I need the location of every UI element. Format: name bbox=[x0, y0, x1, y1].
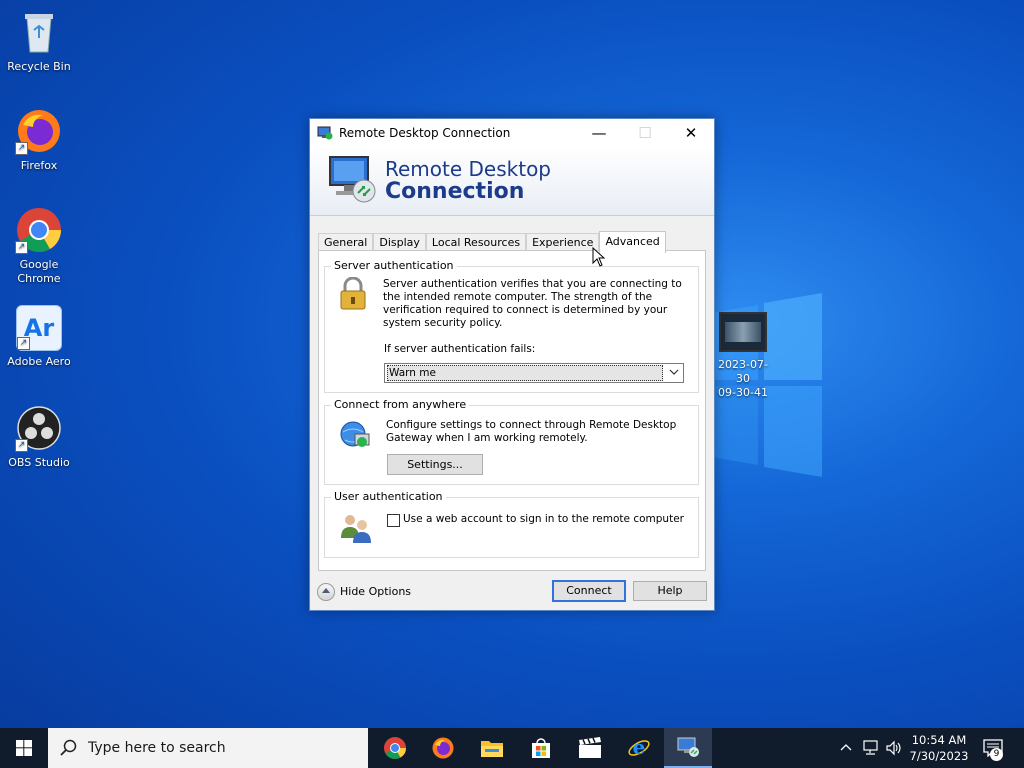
taskbar-firefox[interactable] bbox=[419, 728, 467, 768]
windows-start-icon bbox=[16, 740, 32, 756]
remote-desktop-dialog: Remote Desktop Connection — ☐ ✕ Remote D… bbox=[309, 118, 715, 611]
dropdown-selected-value: Warn me bbox=[387, 365, 663, 381]
server-authentication-group: Server authentication Server authenticat… bbox=[324, 259, 699, 393]
collapse-arrow-icon[interactable] bbox=[317, 583, 335, 601]
group-title: User authentication bbox=[331, 490, 446, 503]
network-icon[interactable] bbox=[862, 740, 880, 756]
taskbar-store[interactable] bbox=[517, 728, 565, 768]
desktop-icon-label: Google Chrome bbox=[17, 258, 61, 285]
chrome-icon: ↗ bbox=[15, 206, 63, 254]
gateway-globe-icon bbox=[340, 421, 370, 447]
connect-button[interactable]: Connect bbox=[552, 580, 626, 602]
start-button[interactable] bbox=[0, 728, 48, 768]
chrome-icon bbox=[384, 737, 406, 759]
volume-icon[interactable] bbox=[885, 740, 903, 756]
taskbar-movie-maker[interactable] bbox=[566, 728, 614, 768]
clock-time: 10:54 AM bbox=[911, 733, 967, 747]
movie-maker-icon bbox=[579, 737, 601, 758]
shortcut-arrow-icon: ↗ bbox=[15, 439, 28, 452]
close-button[interactable]: ✕ bbox=[668, 119, 714, 147]
desktop-icon-google-chrome[interactable]: ↗ Google Chrome bbox=[2, 206, 76, 286]
window-title: Remote Desktop Connection bbox=[339, 126, 511, 140]
web-account-checkbox-label[interactable]: Use a web account to sign in to the remo… bbox=[403, 513, 684, 526]
taskbar-chrome[interactable] bbox=[371, 728, 419, 768]
desktop-icon-label: Recycle Bin bbox=[7, 60, 71, 73]
desktop-icon-firefox[interactable]: ↗ Firefox bbox=[2, 107, 76, 173]
server-authentication-description: Server authentication verifies that you … bbox=[383, 278, 682, 329]
server-auth-fails-dropdown[interactable]: Warn me bbox=[384, 363, 684, 383]
remote-desktop-app-icon bbox=[317, 126, 333, 140]
desktop-icon-video-file[interactable]: 2023-07-30 09-30-41 bbox=[712, 312, 774, 400]
taskbar-search-box[interactable]: Type here to search bbox=[48, 728, 368, 768]
store-icon bbox=[532, 738, 550, 758]
banner-title-line1: Remote Desktop bbox=[385, 157, 552, 181]
user-authentication-group: User authentication Use a web account to… bbox=[324, 490, 699, 558]
banner-title-line2: Connection bbox=[385, 179, 525, 204]
taskbar: Type here to search e 10:54 AM 7/30/2023… bbox=[0, 728, 1024, 768]
video-thumbnail-icon bbox=[719, 312, 767, 352]
search-icon bbox=[60, 739, 77, 756]
dialog-banner: Remote Desktop Connection bbox=[310, 147, 714, 216]
group-title: Connect from anywhere bbox=[331, 398, 470, 411]
shortcut-arrow-icon: ↗ bbox=[17, 337, 30, 350]
desktop-icon-recycle-bin[interactable]: Recycle Bin bbox=[2, 8, 76, 74]
taskbar-remote-desktop[interactable] bbox=[664, 728, 712, 768]
desktop-icon-obs-studio[interactable]: ↗ OBS Studio bbox=[2, 404, 76, 470]
hide-options-link[interactable]: Hide Options bbox=[340, 585, 411, 598]
title-bar[interactable]: Remote Desktop Connection — ☐ ✕ bbox=[310, 119, 714, 147]
desktop-icon-label: Adobe Aero bbox=[7, 355, 71, 368]
taskbar-file-explorer[interactable] bbox=[468, 728, 516, 768]
remote-desktop-icon bbox=[677, 737, 699, 757]
recycle-bin-icon bbox=[15, 8, 63, 56]
taskbar-clock[interactable]: 10:54 AM 7/30/2023 bbox=[904, 732, 974, 764]
file-explorer-icon bbox=[481, 741, 503, 757]
web-account-checkbox[interactable] bbox=[387, 514, 400, 527]
taskbar-internet-explorer[interactable]: e bbox=[615, 728, 663, 768]
padlock-icon bbox=[340, 277, 366, 310]
action-center-button[interactable]: 9 bbox=[980, 736, 1006, 762]
tab-advanced[interactable]: Advanced bbox=[599, 231, 666, 253]
clock-date: 7/30/2023 bbox=[909, 749, 969, 763]
connect-anywhere-description: Configure settings to connect through Re… bbox=[386, 419, 677, 444]
shortcut-arrow-icon: ↗ bbox=[15, 142, 28, 155]
show-hidden-icons-chevron-icon[interactable] bbox=[840, 742, 852, 752]
users-icon bbox=[341, 515, 371, 543]
minimize-button[interactable]: — bbox=[576, 119, 622, 147]
help-button[interactable]: Help bbox=[633, 581, 707, 601]
shortcut-arrow-icon: ↗ bbox=[15, 241, 28, 254]
desktop-icon-adobe-aero[interactable]: Ar ↗ Adobe Aero bbox=[2, 305, 76, 369]
connect-from-anywhere-group: Connect from anywhere Configure settings… bbox=[324, 398, 699, 485]
video-file-label-line1: 2023-07-30 bbox=[718, 358, 768, 385]
obs-studio-icon: ↗ bbox=[15, 404, 63, 452]
notification-count-badge: 9 bbox=[990, 748, 1003, 761]
adobe-aero-icon: Ar ↗ bbox=[16, 305, 62, 351]
firefox-icon bbox=[432, 737, 454, 759]
chevron-down-icon bbox=[669, 369, 679, 375]
group-title: Server authentication bbox=[331, 259, 457, 272]
maximize-button: ☐ bbox=[638, 124, 652, 142]
dialog-footer: Hide Options Connect Help bbox=[310, 574, 714, 610]
search-placeholder: Type here to search bbox=[88, 740, 226, 756]
gateway-settings-button[interactable]: Settings... bbox=[387, 454, 483, 475]
advanced-tab-panel: Server authentication Server authenticat… bbox=[318, 250, 706, 571]
tab-bar: General Display Local Resources Experien… bbox=[318, 231, 666, 253]
svg-text:e: e bbox=[633, 736, 646, 759]
desktop-icon-label: OBS Studio bbox=[8, 456, 70, 469]
firefox-icon: ↗ bbox=[15, 107, 63, 155]
internet-explorer-icon: e bbox=[628, 736, 650, 759]
video-file-label-line2: 09-30-41 bbox=[718, 386, 768, 399]
server-auth-fails-label: If server authentication fails: bbox=[384, 343, 536, 355]
remote-desktop-monitor-icon bbox=[329, 156, 376, 203]
desktop-icon-label: Firefox bbox=[20, 159, 58, 172]
